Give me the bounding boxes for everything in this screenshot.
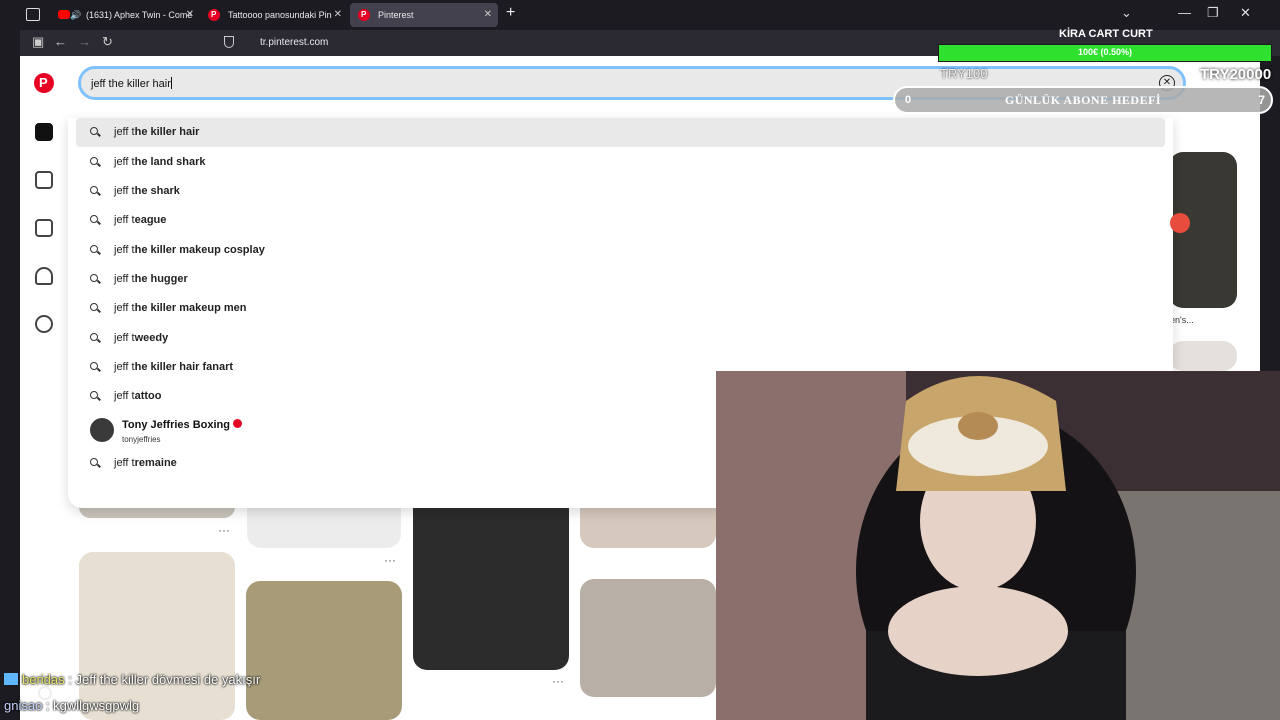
- tab-list-icon[interactable]: [26, 8, 40, 21]
- search-icon: [90, 274, 98, 282]
- suggestion-item[interactable]: jeff teague: [76, 206, 1165, 235]
- search-icon: [90, 362, 98, 370]
- restore-icon[interactable]: ❐: [1207, 5, 1219, 21]
- more-options-icon[interactable]: ···: [552, 674, 564, 688]
- pin-caption: en's...: [1170, 315, 1194, 325]
- youtube-icon: [58, 10, 70, 19]
- close-tab-icon[interactable]: ✕: [186, 3, 194, 27]
- tab-youtube[interactable]: 🔊 (1631) Aphex Twin - Come ✕: [50, 3, 200, 27]
- suggestion-item[interactable]: jeff the hugger: [76, 265, 1165, 294]
- explore-icon[interactable]: [35, 171, 53, 189]
- chat-text: : Jeff the killer dövmesi de yakışır: [64, 672, 261, 687]
- gear-icon[interactable]: [38, 686, 52, 700]
- home-icon[interactable]: [35, 123, 53, 141]
- speaker-icon[interactable]: 🔊: [70, 3, 81, 27]
- overlay-title: KİRA CART CURT: [1059, 28, 1153, 40]
- list-all-tabs-icon[interactable]: ⌄: [1121, 5, 1132, 21]
- address-bar[interactable]: tr.pinterest.com: [260, 37, 328, 48]
- shield-icon[interactable]: [224, 36, 234, 48]
- webcam-feed: [716, 371, 1280, 720]
- close-window-icon[interactable]: ✕: [1240, 5, 1251, 21]
- search-icon: [90, 157, 98, 165]
- sub-goal-target: 7: [1258, 93, 1265, 107]
- suggestion-item[interactable]: jeff tweedy: [76, 324, 1165, 353]
- create-icon[interactable]: [35, 219, 53, 237]
- chat-badge-icon: [4, 673, 18, 685]
- notifications-icon[interactable]: [35, 267, 53, 285]
- search-icon: [90, 186, 98, 194]
- chat-username: gnisao: [4, 698, 43, 713]
- profile-handle: tonyjeffries: [122, 435, 161, 444]
- close-tab-icon[interactable]: ✕: [334, 3, 342, 27]
- text-cursor: [170, 77, 172, 89]
- forward-button[interactable]: →: [78, 34, 91, 49]
- pin-image[interactable]: [413, 496, 569, 670]
- new-tab-button[interactable]: +: [506, 4, 515, 22]
- messages-icon[interactable]: [35, 315, 53, 333]
- donation-max-label: TRY20000: [1200, 66, 1272, 83]
- chat-text: : kgwllgwsgpwlg: [42, 698, 140, 713]
- search-icon: [90, 458, 98, 466]
- edit-pencil-icon[interactable]: [1170, 213, 1190, 233]
- tab-title: (1631) Aphex Twin - Come: [86, 10, 193, 20]
- screen: 🔊 (1631) Aphex Twin - Come ✕ Tattoooo pa…: [0, 0, 1280, 720]
- donation-min-label: TRY100: [940, 66, 988, 81]
- webcam-image: [716, 371, 1280, 720]
- donation-progress-text: 100€ (0.50%): [1077, 47, 1133, 57]
- search-icon: [90, 127, 98, 135]
- pinterest-logo-icon[interactable]: [34, 73, 54, 93]
- search-icon: [90, 245, 98, 253]
- chat-username: beridas: [22, 672, 65, 687]
- pin-image[interactable]: [580, 579, 716, 697]
- tab-tattoo-board[interactable]: Tattoooo panosundaki Pin ✕: [200, 3, 348, 27]
- minimize-icon[interactable]: —: [1178, 5, 1191, 20]
- search-icon: [90, 215, 98, 223]
- chat-message: beridas : Jeff the killer dövmesi de yak…: [4, 672, 260, 687]
- pinterest-icon: [358, 3, 370, 27]
- back-button[interactable]: ←: [54, 34, 67, 49]
- search-icon: [90, 391, 98, 399]
- suggestion-item[interactable]: jeff the land shark: [76, 148, 1165, 177]
- sub-goal-label: GÜNLÜK ABONE HEDEFİ: [1004, 93, 1162, 107]
- tab-pinterest[interactable]: Pinterest ✕: [350, 3, 498, 27]
- close-tab-icon[interactable]: ✕: [484, 3, 492, 27]
- left-rail: [20, 56, 70, 720]
- donation-progress-bar: 100€ (0.50%): [938, 44, 1272, 62]
- chat-overlay: beridas : Jeff the killer dövmesi de yak…: [0, 668, 532, 720]
- pin-image[interactable]: [1169, 341, 1237, 371]
- tab-title: Tattoooo panosundaki Pin: [228, 10, 332, 20]
- search-icon: [90, 333, 98, 341]
- search-query-text[interactable]: jeff the killer hair: [91, 77, 172, 90]
- search-icon: [90, 303, 98, 311]
- suggestion-item[interactable]: jeff the killer makeup cosplay: [76, 236, 1165, 265]
- more-options-icon[interactable]: ···: [384, 553, 396, 567]
- chat-message: gnisao : kgwllgwsgpwlg: [4, 698, 139, 713]
- suggestion-item[interactable]: jeff the shark: [76, 177, 1165, 206]
- tab-title: Pinterest: [378, 10, 414, 20]
- avatar: [90, 418, 114, 442]
- verified-badge-icon: [232, 419, 242, 428]
- suggestion-item[interactable]: jeff the killer makeup men: [76, 294, 1165, 323]
- reload-button[interactable]: ↻: [102, 34, 113, 50]
- pinterest-icon: [208, 3, 220, 27]
- subscriber-goal-bar: 0 GÜNLÜK ABONE HEDEFİ 7: [893, 86, 1273, 114]
- more-options-icon[interactable]: ···: [218, 523, 230, 537]
- sidebar-toggle-icon[interactable]: ▣: [32, 34, 44, 50]
- suggestion-item[interactable]: jeff the killer hair: [76, 118, 1165, 147]
- profile-name: Tony Jeffries Boxing: [122, 419, 242, 431]
- browser-tab-bar: 🔊 (1631) Aphex Twin - Come ✕ Tattoooo pa…: [0, 0, 1280, 30]
